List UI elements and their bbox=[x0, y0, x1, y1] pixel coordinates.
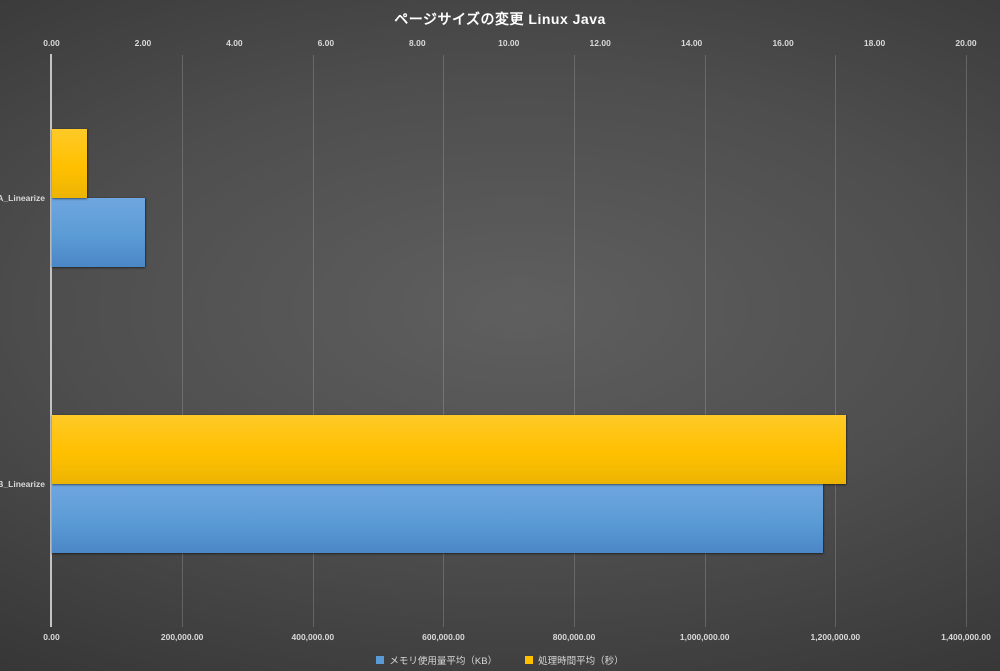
top-axis-tick-label: 0.00 bbox=[43, 38, 60, 48]
bottom-axis-tick-label: 1,000,000.00 bbox=[679, 632, 730, 642]
category-label: A_Linearize bbox=[0, 193, 45, 203]
legend-swatch-icon bbox=[525, 656, 534, 664]
bar-chart: ページサイズの変更 Linux Java 0.00 2.00 4.00 6.00 8.0… bbox=[0, 0, 1000, 671]
legend-swatch-icon bbox=[376, 656, 385, 664]
top-axis-tick-label: 4.00 bbox=[226, 38, 243, 48]
bar-time-A_Linearize bbox=[51, 129, 88, 198]
legend-item: 処理時間平均（秒） bbox=[525, 653, 624, 667]
legend: メモリ使用量平均（KB） 処理時間平均（秒） bbox=[0, 653, 1000, 667]
bottom-axis-tick-label: 600,000.00 bbox=[422, 632, 465, 642]
gridline bbox=[835, 55, 837, 627]
top-axis-tick-label: 10.00 bbox=[498, 38, 520, 48]
bottom-axis-tick-label: 400,000.00 bbox=[291, 632, 335, 642]
top-axis-tick-label: 12.00 bbox=[589, 38, 611, 48]
top-axis-tick-label: 6.00 bbox=[317, 38, 335, 48]
top-axis-tick-label: 16.00 bbox=[772, 38, 794, 48]
gridline bbox=[966, 55, 967, 627]
category-label: B_Linearize bbox=[0, 479, 45, 489]
legend-label: メモリ使用量平均（KB） bbox=[389, 656, 498, 667]
bar-time-B_Linearize bbox=[51, 415, 847, 484]
top-axis-tick-label: 8.00 bbox=[409, 38, 426, 48]
bar-memory-B_Linearize bbox=[51, 484, 823, 553]
top-axis-tick-label: 18.00 bbox=[863, 38, 886, 48]
top-axis-tick-label: 20.00 bbox=[955, 38, 977, 48]
legend-label: 処理時間平均（秒） bbox=[538, 656, 624, 667]
legend-item: メモリ使用量平均（KB） bbox=[376, 653, 497, 667]
bottom-axis-tick-label: 0.00 bbox=[43, 632, 60, 642]
bar-memory-A_Linearize bbox=[51, 198, 145, 267]
top-axis-tick-label: 2.00 bbox=[134, 38, 152, 48]
chart-title: ページサイズの変更 Linux Java bbox=[394, 11, 606, 27]
bottom-axis-tick-label: 1,400,000.00 bbox=[941, 632, 991, 642]
bottom-axis-tick-label: 1,200,000.00 bbox=[810, 632, 861, 642]
top-axis-tick-label: 14.00 bbox=[681, 38, 703, 48]
bottom-axis-tick-label: 200,000.00 bbox=[160, 632, 204, 642]
bottom-axis-tick-label: 800,000.00 bbox=[552, 632, 596, 642]
